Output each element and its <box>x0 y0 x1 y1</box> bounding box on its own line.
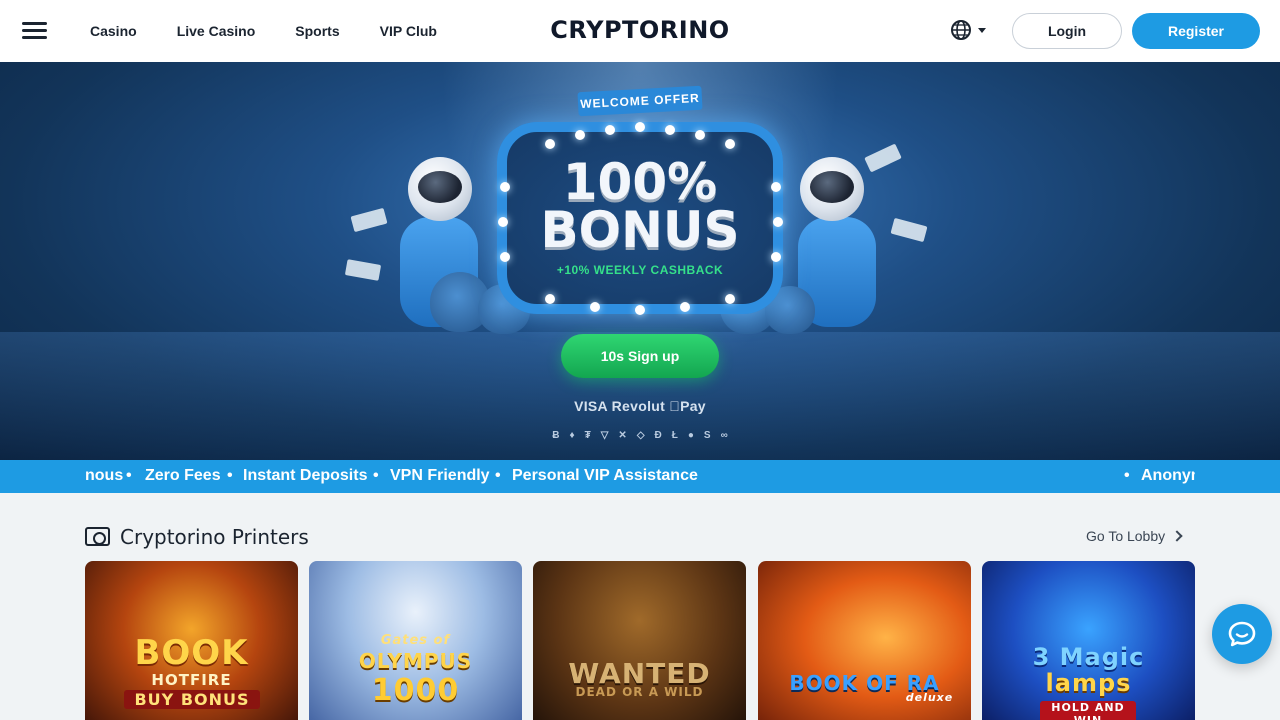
bitcoin-icon: Ƀ <box>552 430 560 441</box>
ticker-item: Instant Deposits <box>243 467 368 484</box>
ticker-separator: • <box>227 467 233 484</box>
game-card-3-magic-lamps[interactable]: 3 Magic lamps HOLD AND WIN <box>982 561 1195 720</box>
nav-vip-club[interactable]: VIP Club <box>380 23 437 39</box>
shiba-icon: ● <box>687 430 694 441</box>
bonus-word: BONUS <box>540 201 740 259</box>
game-title: OLYMPUS <box>358 649 473 673</box>
banknote-illustration <box>344 259 382 281</box>
games-row: BOOK HOTFIRE BUY BONUS Gates of OLYMPUS … <box>85 561 1196 720</box>
bonus-headline: 100% BONUS <box>497 153 783 259</box>
lobby-link-label: Go To Lobby <box>1086 528 1166 544</box>
nav-sports[interactable]: Sports <box>295 23 339 39</box>
game-card-gates-of-olympus[interactable]: Gates of OLYMPUS 1000 <box>309 561 522 720</box>
ticker-separator: • <box>126 467 132 484</box>
chainlink-icon: ∞ <box>720 430 728 441</box>
ethereum-icon: ♦ <box>569 430 575 441</box>
ticker-item: nous <box>85 467 124 484</box>
ticker-track: nous • Zero Fees • Instant Deposits • VP… <box>85 460 1195 493</box>
game-subtitle: lamps <box>1045 669 1132 697</box>
bonus-percent: 100% <box>562 153 718 211</box>
main-nav: Casino Live Casino Sports VIP Club <box>90 0 437 62</box>
top-header: Casino Live Casino Sports VIP Club CRYPT… <box>0 0 1280 62</box>
dogecoin-icon: Ð <box>654 430 662 441</box>
ticker-item: Anonym <box>1141 467 1195 484</box>
ticker-item: VPN Friendly <box>390 467 490 484</box>
chevron-down-icon <box>978 27 986 33</box>
ticker-item: Zero Fees <box>145 467 221 484</box>
ticker-separator: • <box>495 467 501 484</box>
login-button[interactable]: Login <box>1012 13 1122 49</box>
signup-button[interactable]: 10s Sign up <box>561 334 719 378</box>
nav-casino[interactable]: Casino <box>90 23 137 39</box>
nav-live-casino[interactable]: Live Casino <box>177 23 256 39</box>
live-chat-button[interactable] <box>1212 604 1272 664</box>
ticker-separator: • <box>373 467 379 484</box>
site-logo[interactable]: CRYPTORINO <box>540 16 740 44</box>
chat-bubble-icon <box>1228 621 1256 647</box>
game-title: BOOK <box>134 633 249 673</box>
register-button[interactable]: Register <box>1132 13 1260 49</box>
go-to-lobby-link[interactable]: Go To Lobby <box>1086 528 1183 544</box>
tether-icon: ₮ <box>584 430 591 441</box>
ticker-item: Personal VIP Assistance <box>512 467 698 484</box>
globe-icon <box>951 20 971 40</box>
game-card-wanted-dead-or-a-wild[interactable]: WANTED DEAD OR A WILD <box>533 561 746 720</box>
game-tag: HOLD AND WIN <box>1040 701 1136 720</box>
crypto-icons-row: Ƀ ♦ ₮ ▽ ✕ ◇ Ð Ł ● S ∞ <box>530 430 750 441</box>
payment-methods: VISA Revolut Pay <box>574 398 705 414</box>
game-tag: BUY BONUS <box>124 690 260 709</box>
features-ticker: nous • Zero Fees • Instant Deposits • VP… <box>0 460 1280 493</box>
game-title: 3 Magic <box>1032 643 1145 671</box>
banknote-icon <box>85 527 110 546</box>
bnb-icon: ◇ <box>636 430 645 441</box>
bonus-subtitle: +10% WEEKLY CASHBACK <box>556 263 724 277</box>
menu-icon[interactable] <box>22 20 48 42</box>
tron-icon: ▽ <box>600 430 609 441</box>
xrp-icon: ✕ <box>618 430 627 441</box>
language-selector[interactable] <box>950 19 986 41</box>
chevron-right-icon <box>1171 530 1183 542</box>
hero-banner[interactable]: WELCOME OFFER 100% BONUS +10% WEEKLY CAS… <box>0 62 1280 460</box>
litecoin-icon: Ł <box>671 430 678 441</box>
section-title: Cryptorino Printers <box>120 525 309 549</box>
game-card-book-of-ra[interactable]: BOOK OF RA deluxe <box>758 561 971 720</box>
game-subtitle: deluxe <box>905 691 954 704</box>
solana-icon: S <box>703 430 711 441</box>
game-card-book-hotfire[interactable]: BOOK HOTFIRE BUY BONUS <box>85 561 298 720</box>
game-subtitle: HOTFIRE <box>151 671 232 689</box>
game-tag: 1000 <box>371 673 460 708</box>
game-subtitle: Gates of <box>380 633 451 648</box>
ticker-separator: • <box>1124 467 1130 484</box>
game-subtitle: DEAD OR A WILD <box>575 685 704 699</box>
